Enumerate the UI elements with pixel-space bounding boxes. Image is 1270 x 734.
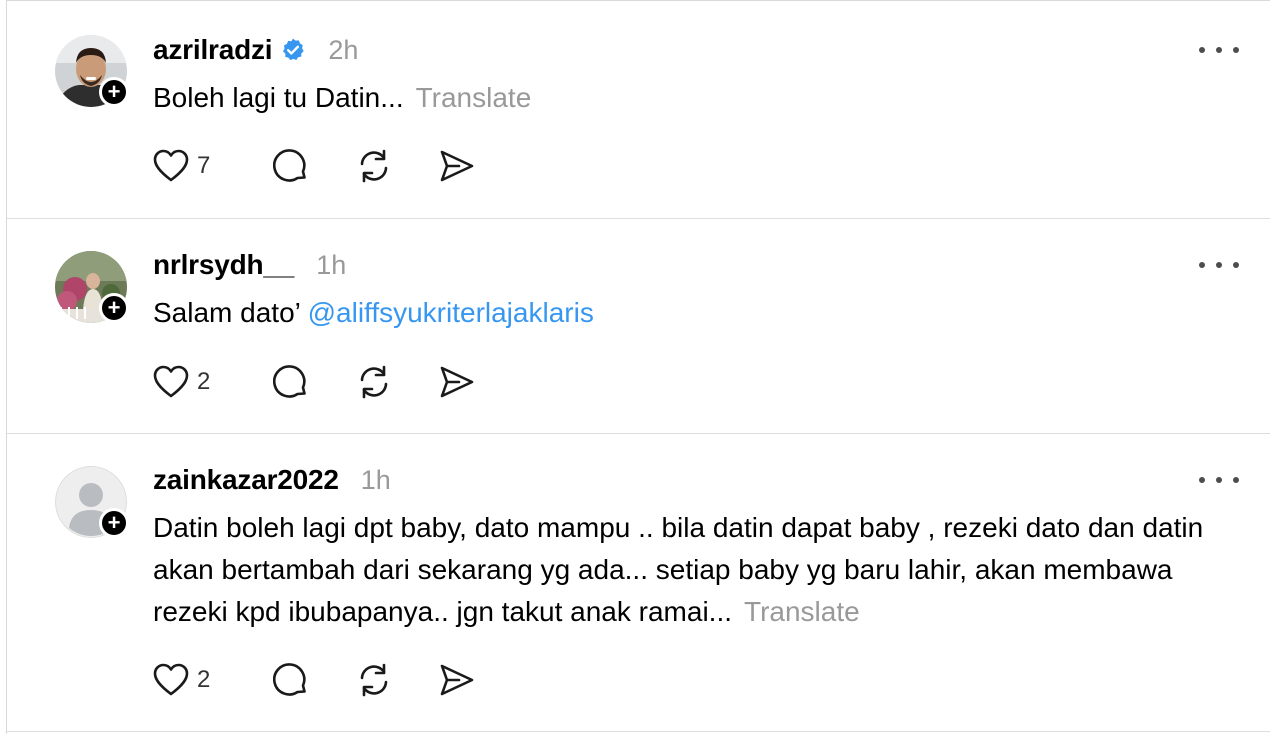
like-button[interactable]: 2 (153, 663, 233, 697)
like-count: 2 (197, 666, 211, 693)
share-icon (440, 664, 474, 696)
comment-text: Boleh lagi tu Datin... Translate (153, 77, 1253, 119)
follow-plus-icon[interactable]: + (99, 293, 129, 323)
share-button[interactable] (439, 663, 475, 697)
action-bar: 2 (153, 362, 475, 402)
repost-icon (360, 149, 388, 183)
like-count: 7 (197, 152, 211, 179)
comment-body: Salam dato’ (153, 297, 308, 328)
action-bar: 7 (153, 146, 475, 186)
username[interactable]: azrilradzi (153, 34, 273, 66)
comments-feed: + azrilradzi 2h Boleh lagi tu Datin... Tr… (6, 0, 1270, 734)
timestamp: 1h (316, 249, 347, 280)
heart-icon (153, 663, 189, 696)
comment-text: Datin boleh lagi dpt baby, dato mampu ..… (153, 507, 1248, 633)
comment-button[interactable] (273, 148, 309, 184)
share-icon (440, 366, 474, 398)
share-button[interactable] (439, 149, 475, 183)
share-icon (440, 150, 474, 182)
comment-icon (273, 365, 306, 398)
comment-text: Salam dato’ @aliffsyukriterlajaklaris (153, 292, 1253, 334)
comment-button[interactable] (273, 364, 309, 400)
like-button[interactable]: 2 (153, 365, 233, 399)
avatar[interactable]: + (55, 466, 129, 540)
mention-link[interactable]: @aliffsyukriterlajaklaris (308, 297, 594, 328)
heart-icon (153, 365, 189, 398)
translate-link[interactable]: Translate (744, 596, 860, 627)
repost-button[interactable] (355, 662, 393, 698)
repost-button[interactable] (355, 148, 393, 184)
username[interactable]: nrlrsydh__ (153, 249, 294, 281)
action-bar: 2 (153, 660, 475, 700)
repost-button[interactable] (355, 364, 393, 400)
heart-icon (153, 149, 189, 182)
verified-badge-icon (283, 38, 305, 61)
repost-icon (360, 663, 388, 697)
timestamp: 2h (328, 34, 359, 65)
comment-post: + nrlrsydh__ 1h Salam dato’ @aliffsyukri… (7, 219, 1270, 434)
follow-plus-icon[interactable]: + (99, 77, 129, 107)
timestamp: 1h (360, 464, 391, 495)
username[interactable]: zainkazar2022 (153, 464, 339, 496)
comment-icon (273, 663, 306, 696)
avatar[interactable]: + (55, 251, 129, 325)
like-count: 2 (197, 368, 211, 395)
follow-plus-icon[interactable]: + (99, 508, 129, 538)
share-button[interactable] (439, 365, 475, 399)
comment-body: Boleh lagi tu Datin... (153, 82, 404, 113)
comment-body: Datin boleh lagi dpt baby, dato mampu ..… (153, 512, 1204, 627)
comment-post: + azrilradzi 2h Boleh lagi tu Datin... Tr… (7, 1, 1270, 219)
translate-link[interactable]: Translate (416, 82, 532, 113)
repost-icon (360, 365, 388, 399)
like-button[interactable]: 7 (153, 149, 233, 183)
comment-button[interactable] (273, 662, 309, 698)
more-icon[interactable] (1199, 470, 1239, 490)
comment-post: + zainkazar2022 1h Datin boleh lagi dpt … (7, 434, 1270, 732)
more-icon[interactable] (1199, 40, 1239, 60)
comment-icon (273, 149, 306, 182)
more-icon[interactable] (1199, 255, 1239, 275)
avatar[interactable]: + (55, 35, 129, 109)
